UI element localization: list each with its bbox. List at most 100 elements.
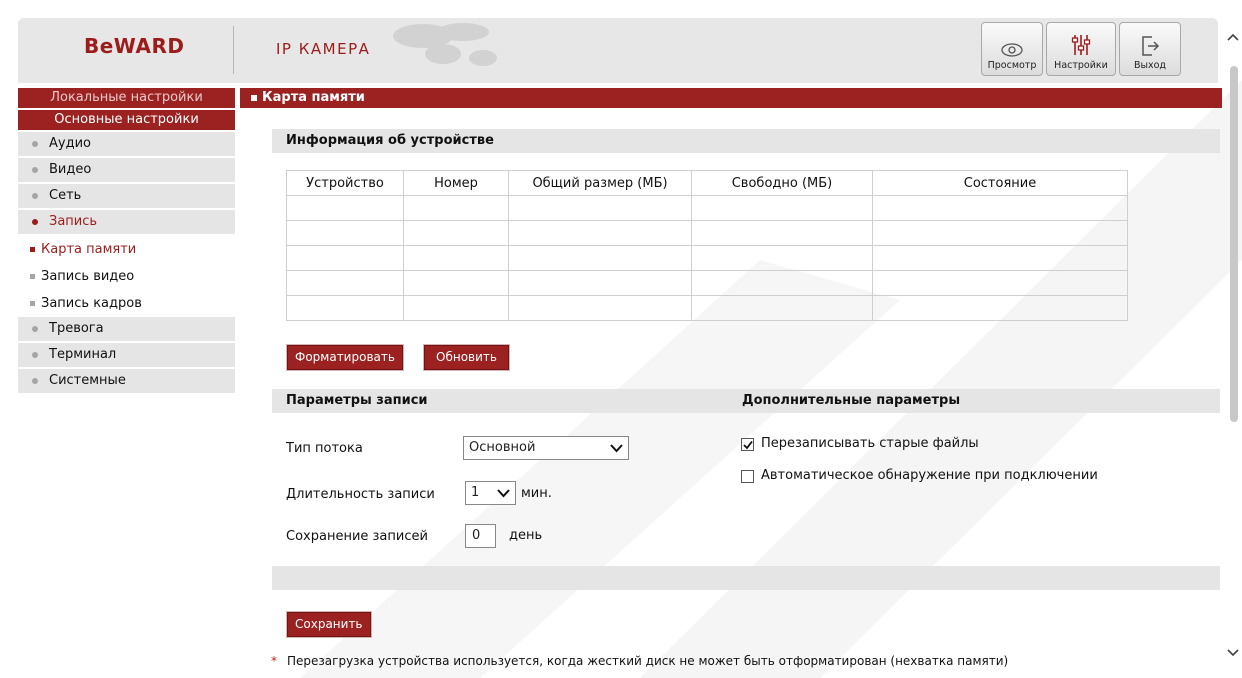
duration-unit: мин. — [521, 486, 552, 501]
retention-label: Сохранение записей — [286, 529, 428, 544]
overwrite-label: Перезаписывать старые файлы — [761, 436, 979, 451]
sidebar-item-alarm[interactable]: Тревога — [18, 317, 235, 341]
column-header: Устройство — [286, 170, 404, 196]
settings-button[interactable]: Настройки — [1046, 22, 1116, 76]
header-divider — [233, 26, 234, 74]
sliders-icon — [1071, 35, 1091, 55]
table-cell — [872, 195, 1128, 221]
record-params-heading: Параметры записи — [272, 389, 728, 413]
stream-type-label: Тип потока — [286, 441, 363, 456]
settings-button-label: Настройки — [1054, 60, 1108, 71]
sidebar-item-network[interactable]: Сеть — [18, 184, 235, 208]
autodetect-checkbox[interactable] — [741, 470, 754, 483]
sidebar-sub-memory-card[interactable]: Карта памяти — [18, 236, 235, 263]
sidebar-item-label: Сеть — [49, 188, 82, 203]
view-button[interactable]: Просмотр — [981, 22, 1043, 76]
refresh-button[interactable]: Обновить — [424, 345, 509, 370]
sidebar: Локальные настройки Основные настройки А… — [18, 88, 235, 395]
table-row — [286, 195, 1128, 221]
scrollbar[interactable] — [1224, 18, 1242, 678]
table-cell — [508, 295, 692, 321]
table-cell — [508, 195, 692, 221]
square-bullet-icon — [30, 247, 35, 252]
logout-button-label: Выход — [1133, 60, 1167, 71]
duration-value: 1 — [471, 485, 480, 500]
table-row — [286, 220, 1128, 246]
device-info-table: Устройство Номер Общий размер (МБ) Свобо… — [286, 170, 1128, 321]
table-cell — [872, 220, 1128, 246]
footnote-text: Перезагрузка устройства используется, ко… — [287, 654, 1009, 668]
logout-icon — [1142, 36, 1160, 56]
extra-params-heading: Дополнительные параметры — [728, 389, 1220, 413]
square-bullet-icon — [30, 301, 35, 306]
table-row — [286, 295, 1128, 321]
table-cell — [691, 245, 873, 271]
autodetect-label: Автоматическое обнаружение при подключен… — [761, 468, 1098, 483]
format-button[interactable]: Форматировать — [287, 345, 403, 370]
chevron-down-icon — [497, 489, 510, 498]
sidebar-sub-video-record[interactable]: Запись видео — [18, 263, 235, 290]
table-header-row: Устройство Номер Общий размер (МБ) Свобо… — [286, 170, 1128, 196]
retention-input[interactable]: 0 — [465, 524, 496, 548]
logout-button[interactable]: Выход — [1119, 22, 1181, 76]
sidebar-item-video[interactable]: Видео — [18, 158, 235, 182]
duration-select[interactable]: 1 — [465, 481, 516, 505]
header: BeWARD IP КАМЕРА Просмотр Настройки Выхо… — [18, 18, 1218, 83]
duration-label: Длительность записи — [286, 487, 435, 502]
eye-icon — [1001, 43, 1023, 57]
column-header: Свободно (МБ) — [691, 170, 873, 196]
scroll-thumb[interactable] — [1230, 66, 1238, 422]
sidebar-item-system[interactable]: Системные — [18, 369, 235, 393]
table-cell — [286, 270, 404, 296]
sidebar-item-label: Тревога — [49, 321, 104, 336]
scroll-down-icon — [1227, 649, 1239, 657]
table-cell — [508, 270, 692, 296]
table-cell — [872, 295, 1128, 321]
table-row — [286, 270, 1128, 296]
sidebar-item-audio[interactable]: Аудио — [18, 132, 235, 156]
checkmark-icon — [743, 440, 753, 450]
overwrite-checkbox[interactable] — [741, 438, 754, 451]
sidebar-item-terminal[interactable]: Терминал — [18, 343, 235, 367]
table-cell — [403, 220, 509, 246]
stream-type-select[interactable]: Основной — [463, 436, 629, 460]
table-cell — [286, 245, 404, 271]
sidebar-local-settings[interactable]: Локальные настройки — [18, 88, 235, 108]
sidebar-basic-settings[interactable]: Основные настройки — [18, 110, 235, 130]
asterisk: * — [271, 654, 277, 668]
table-cell — [691, 195, 873, 221]
square-bullet-icon — [30, 274, 35, 279]
sidebar-sub-frame-record[interactable]: Запись кадров — [18, 290, 235, 317]
column-header: Состояние — [872, 170, 1128, 196]
sidebar-item-label: Аудио — [49, 136, 91, 151]
sidebar-item-record[interactable]: Запись — [18, 210, 235, 234]
bullet-icon — [32, 378, 38, 384]
table-cell — [508, 220, 692, 246]
view-button-label: Просмотр — [987, 60, 1037, 71]
table-cell — [286, 195, 404, 221]
square-bullet-icon — [251, 95, 257, 101]
table-cell — [286, 220, 404, 246]
sidebar-sub-label: Карта памяти — [41, 242, 137, 257]
brand-logo: BeWARD — [84, 34, 185, 58]
bullet-icon — [32, 141, 38, 147]
sidebar-sub-label: Запись видео — [41, 269, 135, 284]
table-cell — [403, 245, 509, 271]
table-cell — [508, 245, 692, 271]
table-cell — [872, 270, 1128, 296]
table-cell — [403, 295, 509, 321]
table-cell — [286, 295, 404, 321]
table-cell — [691, 220, 873, 246]
world-map-decoration — [393, 23, 497, 66]
sidebar-sub-label: Запись кадров — [41, 296, 142, 311]
sidebar-item-label: Видео — [49, 162, 92, 177]
bullet-icon — [32, 193, 38, 199]
table-cell — [403, 270, 509, 296]
table-cell — [403, 195, 509, 221]
save-button[interactable]: Сохранить — [287, 612, 371, 637]
table-cell — [872, 245, 1128, 271]
sidebar-item-label: Терминал — [49, 347, 117, 362]
retention-unit: день — [509, 528, 543, 543]
page-title-bar: Карта памяти — [240, 88, 1222, 108]
table-cell — [691, 270, 873, 296]
